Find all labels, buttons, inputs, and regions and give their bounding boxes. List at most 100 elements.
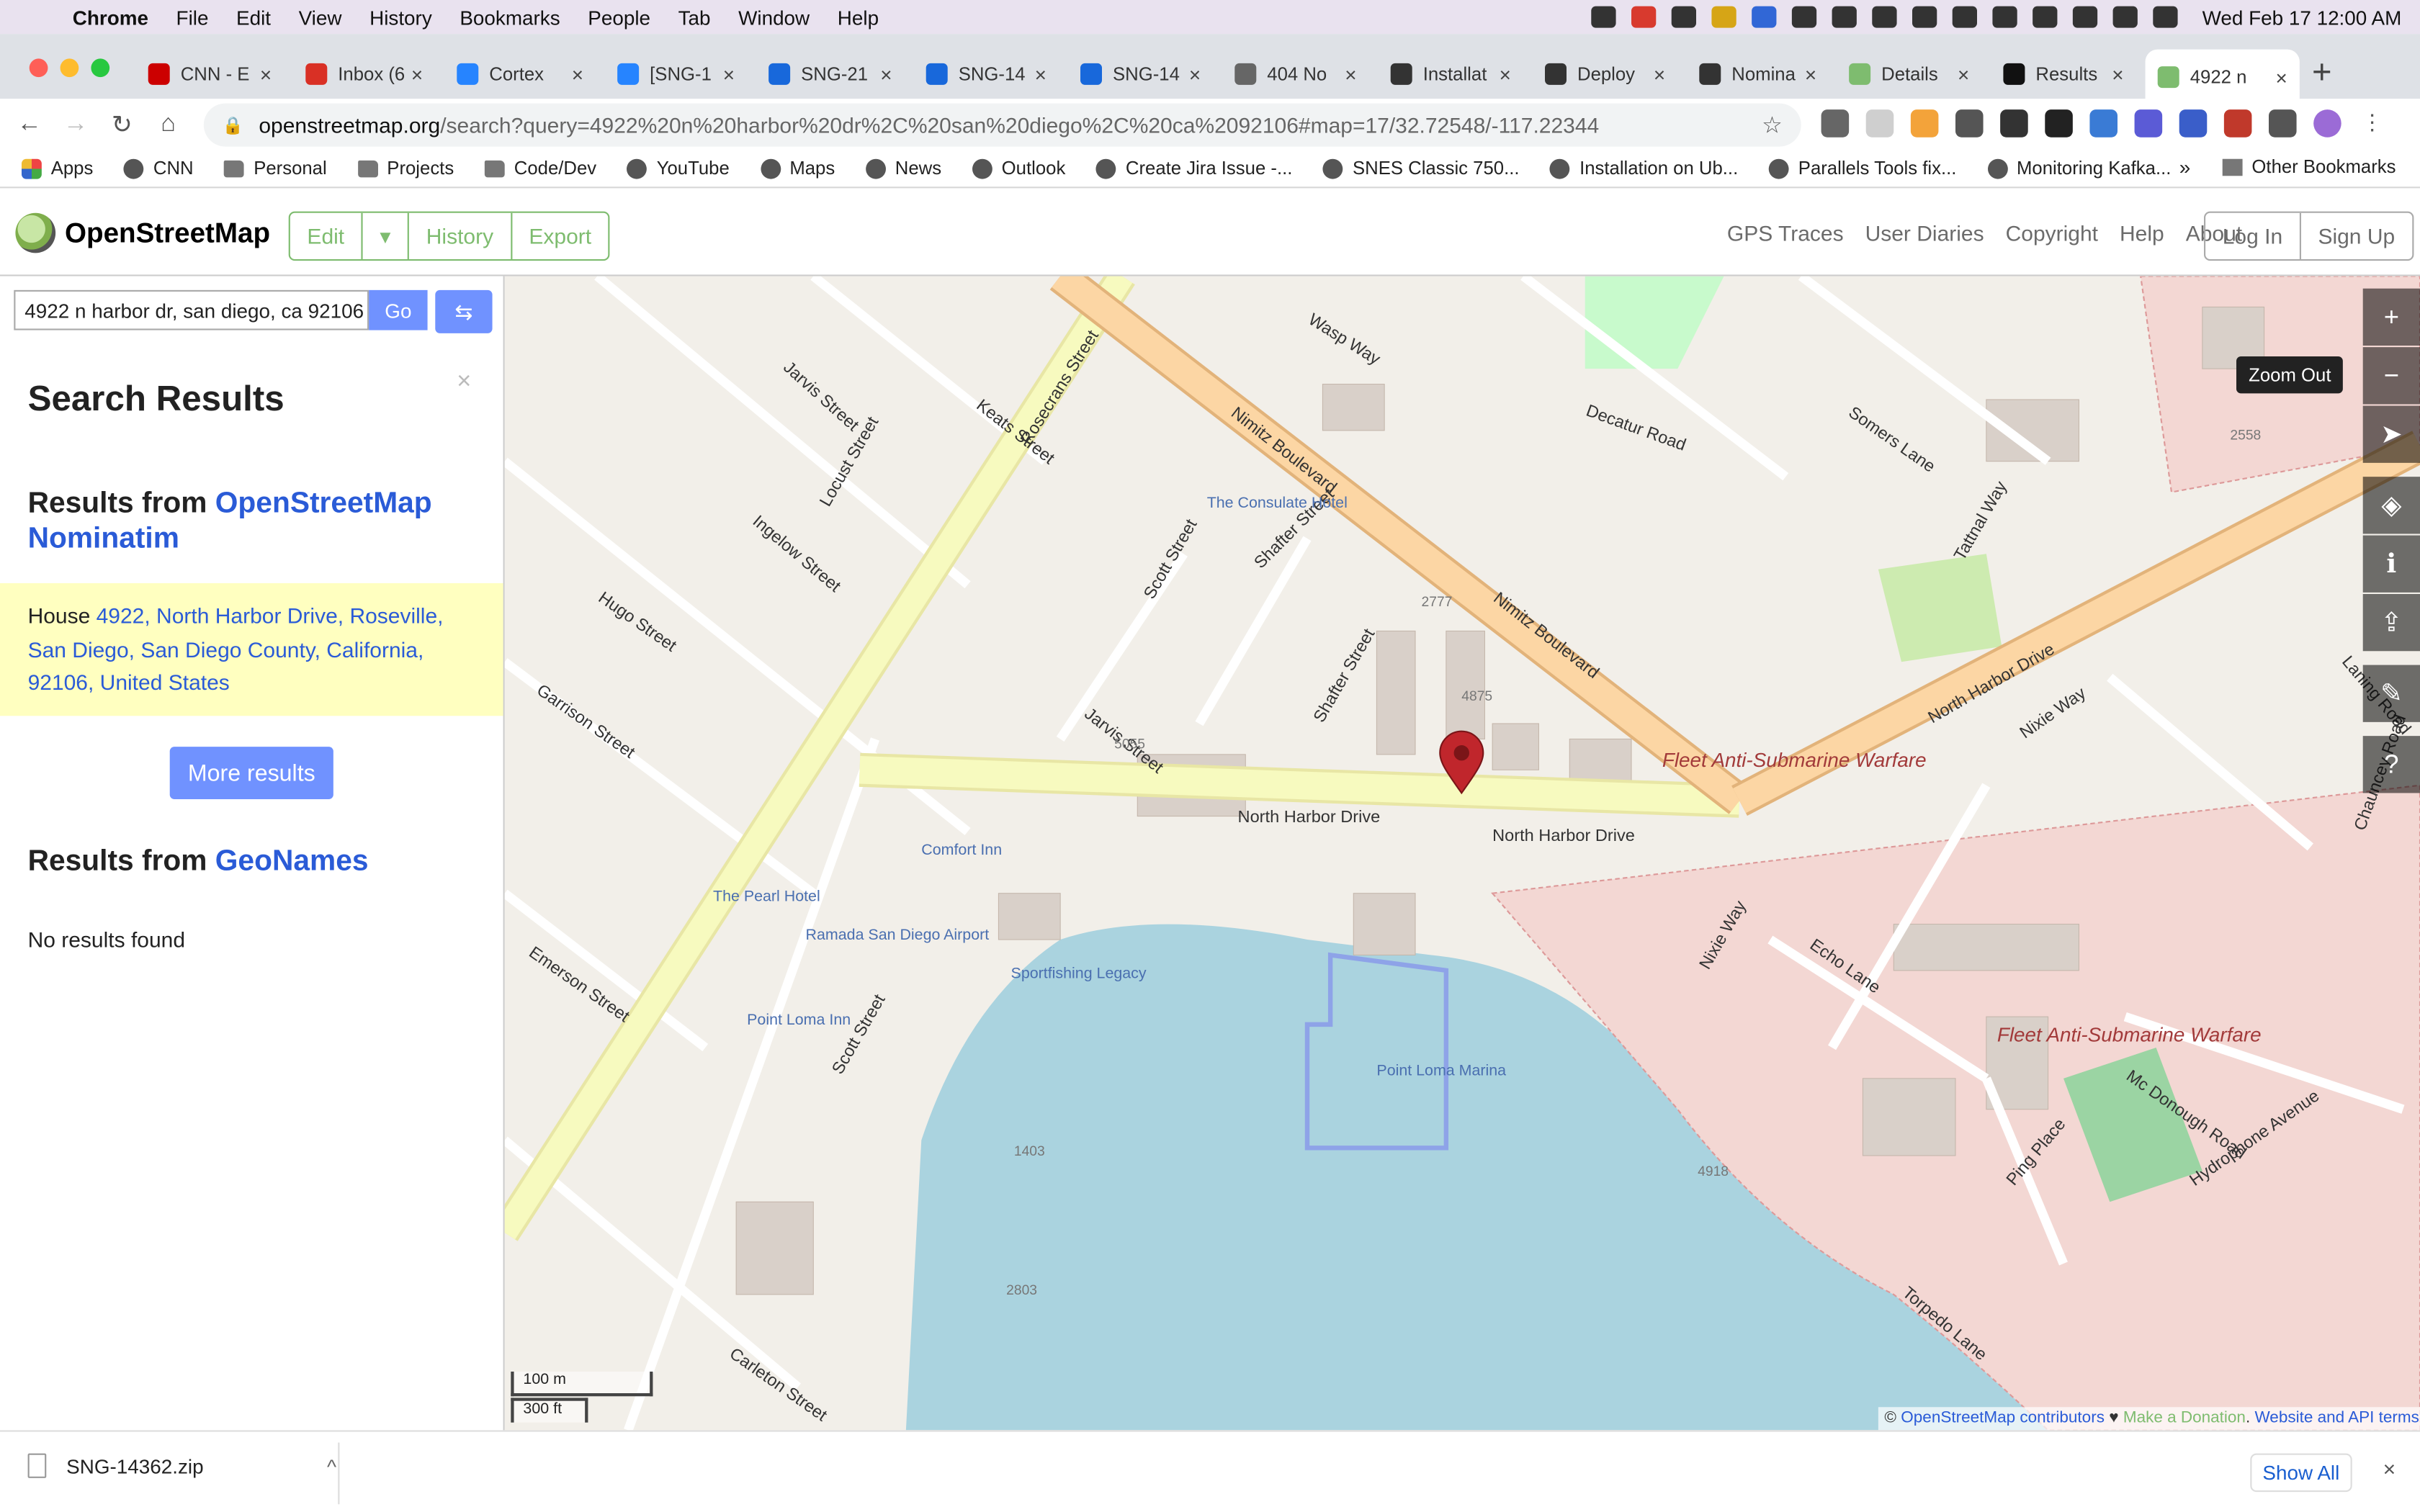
tab-5[interactable]: SNG-14 × [914,50,1059,99]
close-shelf-icon[interactable]: × [2383,1457,2396,1481]
note-extension-icon[interactable] [1865,109,1894,138]
close-tab-icon[interactable]: × [260,63,272,86]
forward-button[interactable]: → [53,110,99,138]
tab-11[interactable]: Details × [1837,50,1981,99]
puzzle-extensions-icon[interactable] [2269,109,2297,138]
search-icon[interactable] [2072,6,2097,28]
menu-clock[interactable]: Wed Feb 17 12:00 AM [2202,6,2402,29]
tab-12[interactable]: Results × [1991,50,2136,99]
close-sidebar-icon[interactable]: × [457,369,471,397]
add-note-icon[interactable]: ✎ [2362,665,2420,722]
export-button[interactable]: Export [512,213,609,259]
close-tab-icon[interactable]: × [1189,63,1201,86]
close-tab-icon[interactable]: × [2275,66,2287,89]
close-window-button[interactable] [29,58,48,78]
bookmark-5[interactable]: YouTube [627,158,730,179]
osm-logo[interactable]: OpenStreetMap [15,212,270,253]
tab-1[interactable]: Inbox (6 × [293,50,435,99]
menu-bookmarks[interactable]: Bookmarks [446,6,574,29]
close-tab-icon[interactable]: × [2112,63,2123,86]
bookmark-3[interactable]: Projects [357,158,454,179]
emoji-extension-icon[interactable] [1910,109,1939,138]
close-tab-icon[interactable]: × [572,63,583,86]
tab-9[interactable]: Deploy × [1533,50,1677,99]
download-item[interactable]: SNG-14362.zip ^ [27,1453,336,1478]
close-tab-icon[interactable]: × [880,63,892,86]
minimize-window-button[interactable] [60,58,79,78]
home-button[interactable]: ⌂ [145,110,191,138]
menu-window[interactable]: Window [725,6,824,29]
bd-icon[interactable] [1872,6,1897,28]
layers-icon[interactable]: ◈ [2362,477,2420,534]
tab-8[interactable]: Installat × [1379,50,1523,99]
tab-4[interactable]: SNG-21 × [756,50,905,99]
tab-13[interactable]: 4922 n × [2145,49,2300,105]
menu-view[interactable]: View [284,6,355,29]
tab-0[interactable]: CNN - E × [136,50,284,99]
new-tab-button[interactable]: + [2312,53,2332,93]
menu-help[interactable]: Help [823,6,892,29]
bluetooth-icon[interactable] [1912,6,1937,28]
github-icon[interactable] [1671,6,1696,28]
query-features-icon[interactable]: ? [2362,736,2420,793]
share-icon[interactable]: ⇪ [2362,594,2420,652]
bookmark-12[interactable]: Parallels Tools fix... [1769,158,1956,179]
bookmark-star-icon[interactable]: ☆ [1762,111,1783,138]
copyright-link[interactable]: Copyright [2006,220,2098,245]
profile-avatar[interactable] [2313,109,2341,138]
parallels-icon[interactable] [1631,6,1657,28]
bookmark-9[interactable]: Create Jira Issue -... [1096,158,1292,179]
osm-contributors-link[interactable]: OpenStreetMap contributors [1901,1408,2105,1427]
close-tab-icon[interactable]: × [411,63,423,86]
close-tab-icon[interactable]: × [1805,63,1816,86]
log-in-button[interactable]: Log In [2205,212,2301,259]
close-tab-icon[interactable]: × [723,63,735,86]
close-tab-icon[interactable]: × [1958,63,1969,86]
reload-button[interactable]: ↻ [99,109,145,140]
bookmark-10[interactable]: SNES Classic 750... [1323,158,1520,179]
chrome-menu-icon[interactable]: ⋮ [2358,109,2386,138]
circle-icon[interactable] [1832,6,1857,28]
bookmark-0[interactable]: Apps [22,158,93,179]
teamviewer-icon[interactable] [1751,6,1777,28]
siri-icon[interactable] [2153,6,2178,28]
battery-icon[interactable] [1952,6,1977,28]
bookmark-4[interactable]: Code/Dev [485,158,596,179]
map-canvas[interactable]: North Harbor Drive North Harbor Drive Nort… [504,276,2420,1431]
cloud-icon[interactable] [1791,6,1816,28]
tab-10[interactable]: Nomina × [1687,50,1829,99]
lens-extension-icon[interactable] [2000,109,2028,138]
shield-icon[interactable] [1711,6,1736,28]
terms-link[interactable]: Website and API terms [2254,1408,2419,1427]
chevron-up-icon[interactable]: ^ [327,1454,336,1477]
menu-people[interactable]: People [574,6,664,29]
video-icon[interactable] [1591,6,1616,28]
edit-dropdown-chevron-icon[interactable]: ▾ [363,212,410,259]
user-icon[interactable] [2032,6,2058,28]
user-diaries-link[interactable]: User Diaries [1865,220,1984,245]
red-extension-icon[interactable] [2223,109,2252,138]
tab-2[interactable]: Cortex × [444,50,596,99]
address-bar[interactable]: 🔒 openstreetmap.org/search?query=4922%20… [203,103,1801,147]
close-tab-icon[interactable]: × [1500,63,1511,86]
menu-app-name[interactable]: Chrome [58,6,162,29]
lock-icon[interactable]: 🔒 [223,115,243,135]
bookmark-13[interactable]: Monitoring Kafka... [1987,158,2171,179]
legend-icon[interactable]: ℹ [2362,535,2420,593]
close-tab-icon[interactable]: × [1035,63,1047,86]
zoom-in-button[interactable]: + [2362,288,2420,346]
jetbrains-extension-icon[interactable] [2045,109,2073,138]
bookmark-8[interactable]: Outlook [972,158,1065,179]
bookmark-7[interactable]: News [866,158,941,179]
bookmarks-overflow-icon[interactable]: » [2179,156,2191,179]
more-results-button[interactable]: More results [169,747,333,799]
gps-traces-link[interactable]: GPS Traces [1727,220,1844,245]
privacy-extension-icon[interactable] [2179,109,2208,138]
show-all-button[interactable]: Show All [2250,1453,2352,1493]
menu-edit[interactable]: Edit [223,6,285,29]
wifi-icon[interactable] [1992,6,2017,28]
help-link[interactable]: Help [2120,220,2164,245]
sign-up-button[interactable]: Sign Up [2301,213,2412,259]
bookmark-2[interactable]: Personal [224,158,327,179]
edit-button[interactable]: Edit [290,212,363,259]
